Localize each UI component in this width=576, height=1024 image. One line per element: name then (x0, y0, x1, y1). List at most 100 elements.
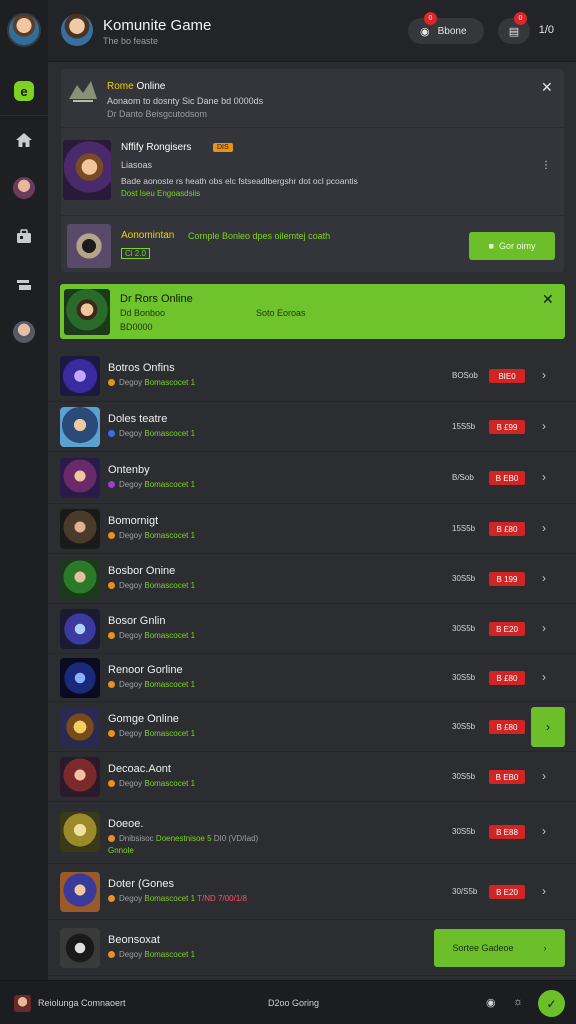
page-title: Komunite Game (103, 17, 212, 34)
messages-button[interactable]: ▤ 0 (498, 12, 530, 44)
price-badge[interactable]: B £80 (489, 522, 525, 536)
status-dot (108, 632, 115, 639)
banner-line: Soto Eoroas (256, 308, 306, 318)
settings-icon[interactable]: ☼ (513, 996, 523, 1008)
game-row[interactable]: Decoac.Aont Degoy Bomascocet 1 30S5b B EB0 › (48, 752, 576, 802)
close-icon[interactable]: ✕ (541, 79, 553, 96)
chevron-right-icon[interactable]: › (542, 571, 546, 585)
game-meta-platform: Degoy (119, 680, 143, 689)
price-badge[interactable]: B E20 (489, 885, 525, 899)
community-avatar[interactable] (61, 14, 93, 46)
player-count: 30S5b (452, 574, 476, 583)
game-meta-extra: DI0 (VD/Iad) (213, 834, 259, 843)
notification-body: Aonaom to dosnty Sic Dane bd 0000ds (107, 96, 264, 106)
status-tag: DIS (213, 143, 233, 152)
more-vertical-icon[interactable]: ⋮ (541, 160, 551, 171)
bag-icon (17, 229, 31, 243)
game-meta-community: Bomascocet 1 (144, 480, 196, 489)
chevron-right-icon[interactable]: › (542, 884, 546, 898)
notification-sub: Dr Danto Beisgcutodsom (107, 109, 208, 119)
chevron-right-icon[interactable]: › (542, 769, 546, 783)
game-icon (60, 928, 100, 968)
chevron-right-icon[interactable]: › (542, 521, 546, 535)
player-count: 30S5b (452, 673, 476, 682)
notification-title: Nffify Rongisers (121, 142, 192, 153)
sidebar-item-profile[interactable] (0, 308, 48, 356)
game-row[interactable]: Gomge Online Degoy Bomascocet 1 30S5b B £80… (48, 702, 576, 752)
game-row[interactable]: Bosor Gnlin Degoy Bomascocet 1 30S5b B E20 › (48, 604, 576, 654)
game-name: Bosor Gnlin (108, 615, 166, 627)
game-name: Decoac.Aont (108, 763, 171, 775)
price-badge[interactable]: B £80 (489, 671, 525, 685)
game-meta-platform: Degoy (119, 779, 143, 788)
sidebar-item-friend[interactable] (0, 164, 48, 212)
notification-item[interactable]: Aonomintan Cornple Bonleo dpes oilemtej … (61, 215, 566, 273)
game-meta-community: Bomascocet 1 (144, 950, 196, 959)
user-avatar[interactable] (7, 13, 41, 47)
chevron-right-icon[interactable]: › (542, 419, 546, 433)
notification-body: Cornple Bonleo dpes oilemtej coath (188, 231, 331, 241)
game-icon (60, 356, 100, 396)
game-meta-platform: Degoy (119, 950, 143, 959)
price-badge[interactable]: B £80 (489, 720, 525, 734)
sidebar-item-home[interactable] (0, 116, 48, 164)
price-badge[interactable]: B E88 (489, 825, 525, 839)
notifications-button[interactable]: ◉ Bbone 0 (408, 12, 484, 44)
notification-panel: Rome Online Aonaom to dosnty Sic Dane bd… (60, 68, 566, 273)
game-row[interactable]: Doeoe. Dnibsisoc Doenestnisoe 5 DI0 (VD/I… (48, 800, 576, 864)
status-dot (108, 730, 115, 737)
game-meta-community: Bomascocet 1 (144, 680, 196, 689)
footer-avatar[interactable] (14, 995, 31, 1012)
game-meta-community: Bomascocet 1 (144, 779, 196, 788)
close-icon[interactable]: ✕ (542, 291, 554, 308)
notifications-label: Bbone (437, 25, 467, 37)
price-badge[interactable]: B EB0 (489, 770, 525, 784)
sidebar-item-games[interactable]: e (0, 67, 48, 115)
price-badge[interactable]: B 199 (489, 572, 525, 586)
online-status-button[interactable]: ✓ (538, 990, 565, 1017)
game-row[interactable]: Doter (Gones Degoy Bomascocet 1 T/ND 7/00… (48, 864, 576, 920)
chevron-right-icon[interactable]: › (542, 824, 546, 838)
player-count: B/Sob (452, 473, 474, 482)
notification-title-rest: Online (133, 81, 166, 92)
notification-line: Liasoas (121, 160, 153, 170)
status-dot (108, 582, 115, 589)
game-icon (60, 658, 100, 698)
player-count: 30S5b (452, 624, 476, 633)
game-row[interactable]: Bosbor Onine Degoy Bomascocet 1 30S5b B 199… (48, 554, 576, 604)
sidebar-item-library[interactable] (0, 260, 48, 308)
price-badge[interactable]: B E20 (489, 622, 525, 636)
launch-button[interactable]: Sortee Gadeoe › (434, 929, 565, 967)
friend-avatar (13, 177, 35, 199)
chevron-right-icon[interactable]: › (542, 368, 546, 382)
join-button[interactable]: ■ Gor oimy (469, 232, 555, 260)
notification-item[interactable]: Nffify Rongisers DIS Liasoas Bade aonost… (61, 127, 566, 215)
inbox-icon: ▤ (508, 25, 520, 38)
notification-item[interactable]: Rome Online Aonaom to dosnty Sic Dane bd… (61, 69, 566, 125)
price-badge[interactable]: B £99 (489, 420, 525, 434)
game-row[interactable]: Beonsoxat Degoy Bomascocet 1 Sortee Gadeoe… (48, 920, 576, 976)
status-dot (108, 532, 115, 539)
chevron-right-icon[interactable]: › (542, 470, 546, 484)
game-meta-community: Bomascocet 1 (144, 378, 196, 387)
game-row[interactable]: Doles teatre Degoy Bomascocet 1 15S5b B £99… (48, 402, 576, 452)
home-icon (16, 133, 32, 147)
chevron-right-icon[interactable]: › (542, 670, 546, 684)
status-dot (108, 681, 115, 688)
chevron-right-icon[interactable]: › (531, 707, 565, 747)
online-banner[interactable]: Dr Rors Online Dd Bonboo Soto Eoroas BD0… (60, 284, 565, 339)
price-badge[interactable]: BIE0 (489, 369, 525, 383)
game-row[interactable]: Renoor Gorline Degoy Bomascocet 1 30S5b B £… (48, 654, 576, 702)
controller-icon[interactable]: ◉ (486, 996, 496, 1009)
controller-icon: ■ (488, 241, 494, 251)
game-row[interactable]: Bomornigt Degoy Bomascocet 1 15S5b B £80 › (48, 504, 576, 554)
game-icon (60, 757, 100, 797)
game-thumbnail (64, 289, 110, 335)
game-row[interactable]: Botros Onfins Degoy Bomascocet 1 BOSob BIE0… (48, 350, 576, 402)
notifications-badge: 0 (424, 12, 437, 25)
sidebar-item-store[interactable] (0, 212, 48, 260)
chevron-right-icon[interactable]: › (542, 621, 546, 635)
game-name: Ontenby (108, 464, 150, 476)
game-row[interactable]: Ontenby Degoy Bomascocet 1 B/Sob B EB0 › (48, 452, 576, 504)
price-badge[interactable]: B EB0 (489, 471, 525, 485)
